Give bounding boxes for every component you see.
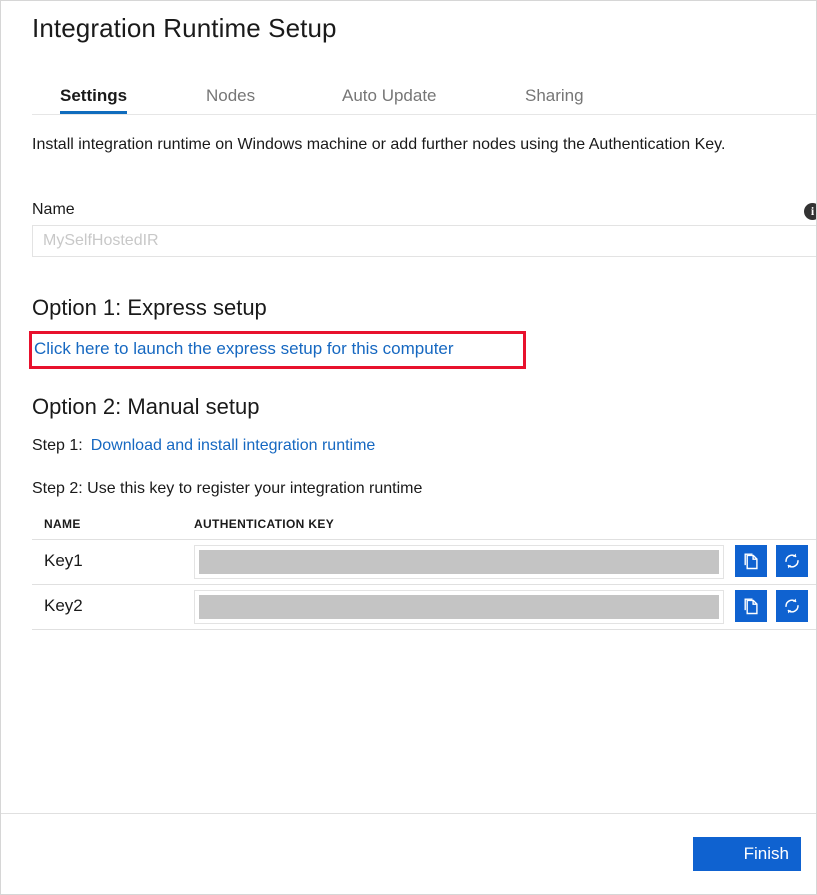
tab-nodes[interactable]: Nodes xyxy=(206,79,255,113)
page-title: Integration Runtime Setup xyxy=(32,13,337,44)
copy-key-button[interactable] xyxy=(735,545,767,577)
key-name: Key2 xyxy=(44,596,83,616)
tab-sharing[interactable]: Sharing xyxy=(525,79,584,113)
step-1-row: Step 1: Download and install integration … xyxy=(32,437,375,455)
table-row: Key2 xyxy=(32,584,817,630)
option1-heading: Option 1: Express setup xyxy=(32,295,267,321)
table-header-row: NAME AUTHENTICATION KEY xyxy=(32,513,817,539)
step-1-label: Step 1: xyxy=(32,437,83,454)
name-field-label: Name xyxy=(32,201,75,219)
tab-bar: Settings Nodes Auto Update Sharing xyxy=(1,79,817,115)
regenerate-key-button[interactable] xyxy=(776,590,808,622)
key-name: Key1 xyxy=(44,551,83,571)
refresh-icon xyxy=(782,596,802,616)
redacted-key-value xyxy=(199,595,719,619)
footer-divider xyxy=(1,813,816,814)
step-2-label: Step 2: Use this key to register your in… xyxy=(32,480,422,498)
download-install-link[interactable]: Download and install integration runtime xyxy=(91,437,376,454)
tab-auto-update[interactable]: Auto Update xyxy=(342,79,437,113)
copy-icon xyxy=(741,596,761,616)
tab-bar-divider xyxy=(32,114,817,115)
tab-settings[interactable]: Settings xyxy=(60,79,127,113)
key-value-field[interactable] xyxy=(194,590,724,624)
copy-icon xyxy=(741,551,761,571)
express-setup-link[interactable]: Click here to launch the express setup f… xyxy=(34,339,454,359)
regenerate-key-button[interactable] xyxy=(776,545,808,577)
redacted-key-value xyxy=(199,550,719,574)
finish-button[interactable]: Finish xyxy=(693,837,801,871)
copy-key-button[interactable] xyxy=(735,590,767,622)
info-icon[interactable]: i xyxy=(804,203,817,220)
authentication-key-table: NAME AUTHENTICATION KEY Key1 xyxy=(32,513,817,630)
name-input[interactable] xyxy=(32,225,817,257)
integration-runtime-setup-dialog: Integration Runtime Setup Settings Nodes… xyxy=(0,0,817,895)
refresh-icon xyxy=(782,551,802,571)
table-row: Key1 xyxy=(32,539,817,584)
column-header-authentication-key: AUTHENTICATION KEY xyxy=(194,517,334,531)
intro-text: Install integration runtime on Windows m… xyxy=(32,131,732,158)
column-header-name: NAME xyxy=(44,517,81,531)
key-value-field[interactable] xyxy=(194,545,724,579)
option2-heading: Option 2: Manual setup xyxy=(32,394,259,420)
